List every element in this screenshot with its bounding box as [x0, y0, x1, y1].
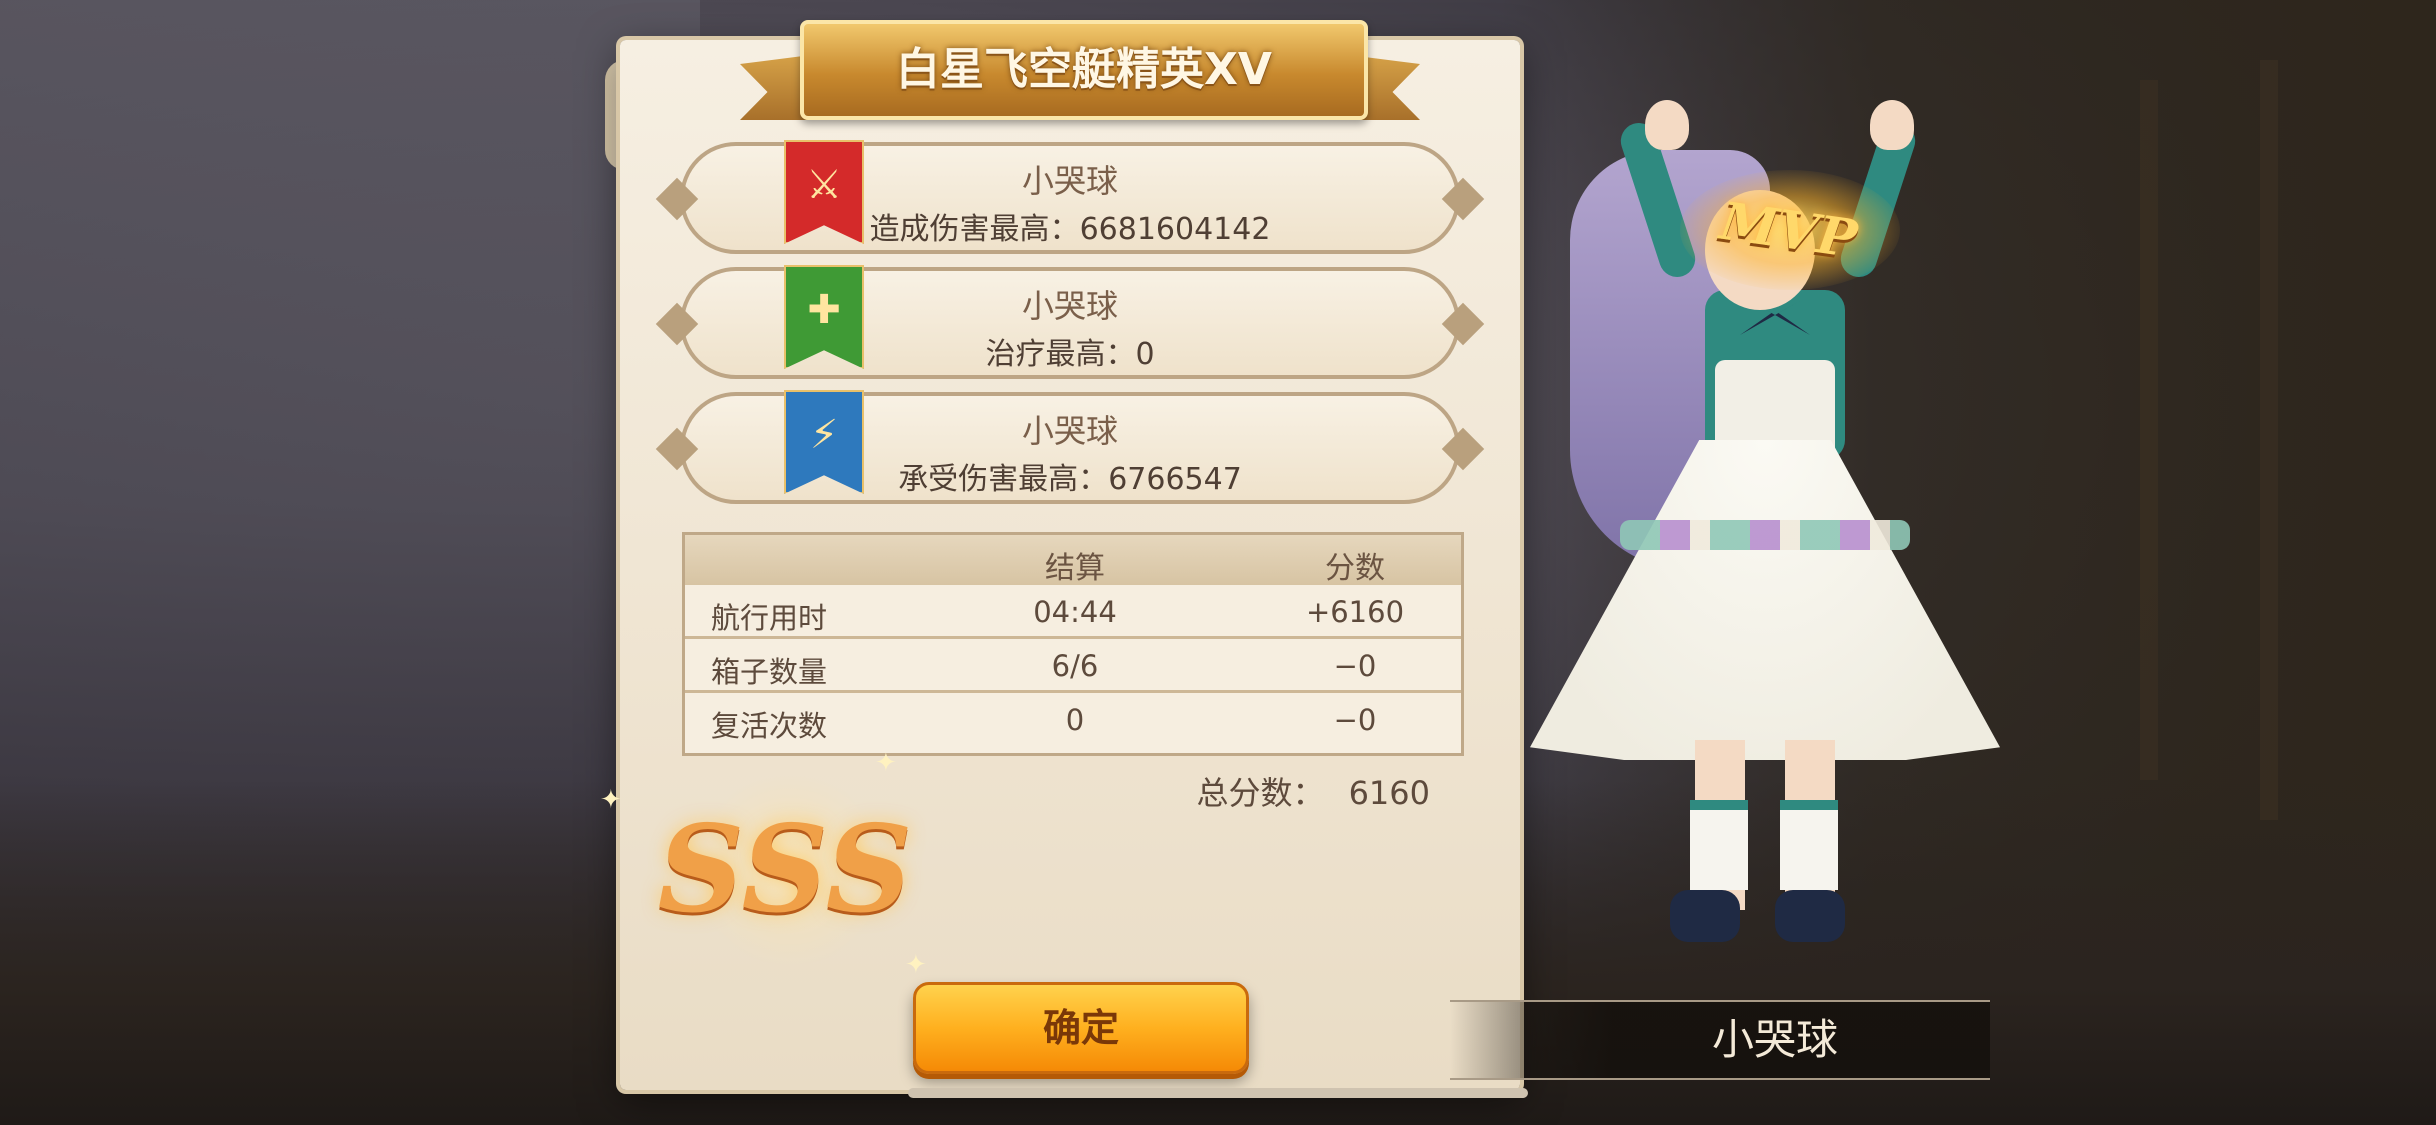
table-row: 箱子数量 6/6 −0 — [685, 639, 1461, 693]
stat-row-tank: ⚡ 小哭球 承受伤害最高：6766547 — [655, 390, 1485, 504]
stage-title: 白星飞空艇精英XV — [896, 44, 1272, 95]
row-label: 复活次数 — [711, 709, 828, 743]
header-result: 结算 — [1045, 551, 1105, 586]
table-row: 复活次数 0 −0 — [685, 693, 1461, 747]
row-label: 航行用时 — [711, 601, 828, 635]
sparkle-icon: ✦ — [875, 748, 897, 778]
row-result: 6/6 — [1051, 649, 1099, 683]
row-score: −0 — [1333, 703, 1377, 737]
stat-value: 造成伤害最高：6681604142 — [869, 212, 1271, 247]
stat-player-name: 小哭球 — [1021, 162, 1118, 200]
header-score: 分数 — [1325, 551, 1385, 586]
confirm-button[interactable]: 确定 — [913, 982, 1249, 1074]
row-result: 0 — [1065, 703, 1085, 737]
score-table: 结算 分数 航行用时 04:44 +6160 箱子数量 6/6 −0 复活次数 … — [682, 532, 1464, 756]
stat-player-name: 小哭球 — [1021, 412, 1118, 450]
sparkle-icon: ✦ — [905, 950, 927, 980]
stat-row-damage: ⚔ 小哭球 造成伤害最高：6681604142 — [655, 140, 1485, 254]
grade-badge: SSS — [657, 799, 913, 940]
background-post — [2260, 60, 2278, 820]
row-score: −0 — [1333, 649, 1377, 683]
title-ribbon: 白星飞空艇精英XV — [740, 20, 1420, 120]
sparkle-icon: ✦ — [600, 785, 622, 815]
stat-value: 治疗最高：0 — [985, 337, 1155, 372]
row-label: 箱子数量 — [711, 655, 828, 689]
total-score: 总分数： 6160 — [1110, 768, 1430, 814]
stat-player-name: 小哭球 — [1021, 287, 1118, 325]
table-header: 结算 分数 — [685, 535, 1461, 586]
mvp-player-name: 小哭球 — [1711, 1015, 1838, 1064]
table-row: 航行用时 04:44 +6160 — [685, 585, 1461, 639]
mvp-character: MVP — [1530, 90, 2000, 942]
background-post — [2140, 80, 2158, 780]
home-indicator — [908, 1088, 1528, 1098]
row-score: +6160 — [1305, 595, 1405, 629]
stat-row-healing: ✚ 小哭球 治疗最高：0 — [655, 265, 1485, 379]
total-label: 总分数： — [1196, 774, 1325, 812]
mvp-name-plate: 小哭球 — [1450, 1000, 1990, 1080]
row-result: 04:44 — [1033, 595, 1117, 629]
total-value: 6160 — [1348, 774, 1430, 812]
stat-value: 承受伤害最高：6766547 — [898, 462, 1242, 497]
